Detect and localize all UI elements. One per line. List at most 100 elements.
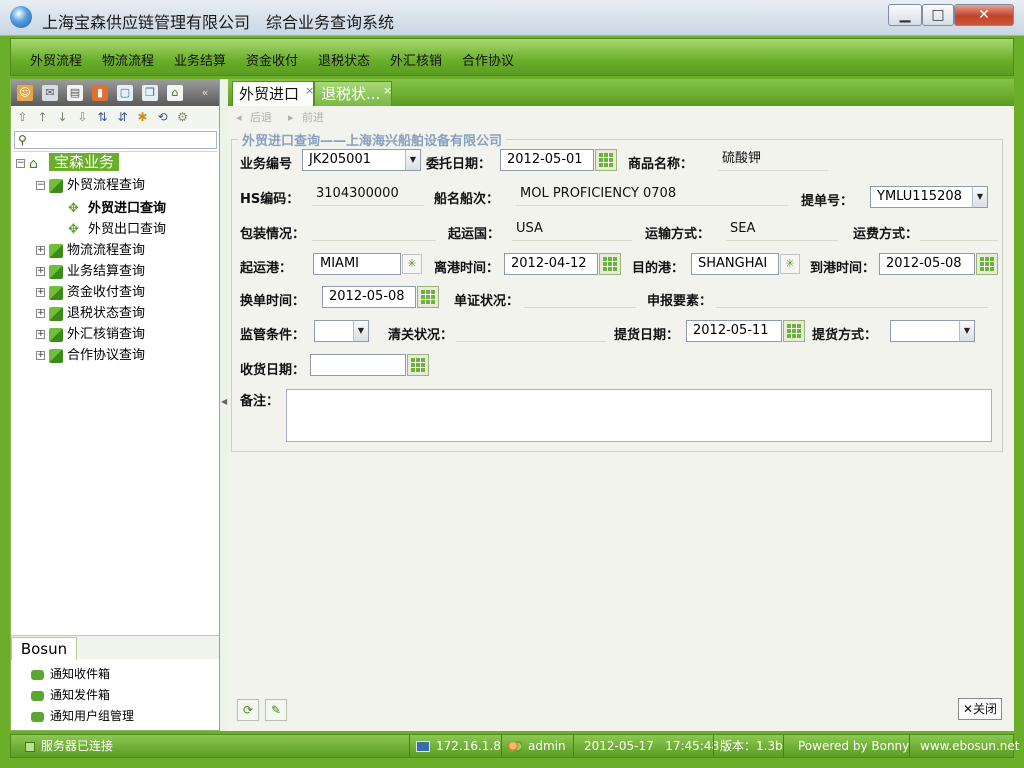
tab-close-icon[interactable]: × (383, 79, 392, 103)
window-icon[interactable]: ▢ (117, 85, 133, 101)
exchange-time-input[interactable]: 2012-05-08 (322, 286, 416, 308)
pickup-date-input[interactable]: 2012-05-11 (686, 320, 782, 342)
move-bottom-icon[interactable]: ⇩ (75, 110, 90, 125)
move-down-icon[interactable]: ↓ (55, 110, 70, 125)
monitor-icon (416, 741, 430, 752)
expand-node-icon[interactable]: + (36, 330, 45, 339)
label-entrust-date: 委托日期： (426, 157, 492, 172)
entrust-date-input[interactable]: 2012-05-01 (500, 149, 594, 171)
expand-node-icon[interactable]: + (36, 351, 45, 360)
document-icon[interactable]: ▤ (67, 85, 83, 101)
calendar-icon[interactable] (783, 320, 805, 342)
calendar-icon[interactable] (976, 253, 998, 275)
bl-no-select[interactable]: YMLU115208 (870, 186, 974, 208)
bosun-tab[interactable]: Bosun (11, 637, 77, 660)
picker-icon[interactable]: ✳ (780, 254, 800, 274)
copy-icon[interactable]: ❐ (142, 85, 158, 101)
collapse-node-icon[interactable]: − (36, 181, 45, 190)
chevron-down-icon[interactable]: ▼ (405, 149, 421, 171)
chevron-down-icon[interactable]: ▼ (959, 320, 975, 342)
panel-splitter[interactable]: ◀ (220, 79, 228, 731)
tree-node-tax-refund[interactable]: + 退税状态查询 (36, 304, 145, 324)
cubes-icon (49, 306, 63, 321)
menu-agreements[interactable]: 合作协议 (462, 50, 514, 69)
tab-tax-refund[interactable]: 退税状... × (314, 81, 392, 106)
home-icon[interactable]: ⌂ (167, 85, 183, 101)
mail-icon[interactable]: ✉ (42, 85, 58, 101)
status-time: 17:45:48 (665, 739, 720, 753)
tree-search-input[interactable]: ⚲ (14, 131, 217, 149)
chevron-down-icon[interactable]: ▼ (353, 320, 369, 342)
dest-port-input[interactable]: SHANGHAI (691, 253, 779, 275)
close-form-button[interactable]: ✕关闭 (958, 698, 1002, 720)
users-icon[interactable]: ☺ (17, 85, 33, 101)
expand-node-icon[interactable]: + (36, 267, 45, 276)
expand-icon[interactable]: ✱ (135, 110, 150, 125)
menu-logistics[interactable]: 物流流程 (102, 50, 154, 69)
close-window-button[interactable]: ✕ (954, 4, 1014, 26)
depart-time-input[interactable]: 2012-04-12 (504, 253, 598, 275)
supervision-select[interactable] (314, 320, 354, 342)
settings-icon[interactable]: ⚙ (175, 110, 190, 125)
tree-node-forex[interactable]: + 外汇核销查询 (36, 325, 145, 345)
hs-code-value: 3104300000 (312, 184, 424, 206)
calendar-icon[interactable] (599, 253, 621, 275)
tab-label: 外贸进口 (239, 85, 300, 103)
remarks-textarea[interactable] (286, 389, 992, 442)
edit-button[interactable]: ✎ (265, 699, 287, 721)
expand-node-icon[interactable]: + (36, 309, 45, 318)
tree-node-logistics[interactable]: + 物流流程查询 (36, 241, 145, 261)
menu-tax-refund[interactable]: 退税状态 (318, 50, 370, 69)
move-up-icon[interactable]: ↑ (35, 110, 50, 125)
notice-outbox[interactable]: 通知发件箱 (31, 685, 110, 705)
forward-icon[interactable]: ▸ (288, 108, 294, 128)
tree-leaf-export-query[interactable]: ✥ 外贸出口查询 (68, 220, 166, 240)
arrive-time-input[interactable]: 2012-05-08 (879, 253, 975, 275)
back-icon[interactable]: ◂ (236, 108, 242, 128)
tab-import[interactable]: 外贸进口 × (232, 81, 314, 106)
tree-node-foreign-trade[interactable]: − 外贸流程查询 (36, 176, 145, 196)
collapse-node-icon[interactable]: − (16, 159, 25, 168)
tree-node-agreements[interactable]: + 合作协议查询 (36, 346, 145, 366)
picker-icon[interactable]: ✳ (402, 254, 422, 274)
tree-root[interactable]: − ⌂ 宝森业务 (16, 152, 120, 172)
minimize-button[interactable]: ▁ (888, 4, 922, 26)
label-transport: 运输方式： (645, 227, 711, 242)
refresh-tree-icon[interactable]: ⟲ (155, 110, 170, 125)
collapse-icon[interactable]: « (197, 85, 213, 101)
calendar-icon[interactable] (417, 286, 439, 308)
notice-inbox[interactable]: 通知收件箱 (31, 664, 110, 684)
notice-label: 通知用户组管理 (50, 709, 135, 723)
expand-node-icon[interactable]: + (36, 246, 45, 255)
status-website[interactable]: www.ebosun.net (909, 735, 1019, 757)
origin-port-input[interactable]: MIAMI (313, 253, 401, 275)
tree-node-payments[interactable]: + 资金收付查询 (36, 283, 145, 303)
tree-leaf-import-query[interactable]: ✥ 外贸进口查询 (68, 199, 166, 219)
tree-node-settlement[interactable]: + 业务结算查询 (36, 262, 145, 282)
pickup-method-select[interactable] (890, 320, 960, 342)
notice-group-manage[interactable]: 通知用户组管理 (31, 706, 134, 726)
sort-asc-icon[interactable]: ⇅ (95, 110, 110, 125)
collapse-arrow-icon[interactable]: ◀ (221, 397, 227, 406)
biz-no-select[interactable]: JK205001 (302, 149, 406, 171)
move-top-icon[interactable]: ⇧ (15, 110, 30, 125)
tab-close-icon[interactable]: × (305, 79, 314, 103)
back-button[interactable]: 后退 (250, 108, 272, 128)
menu-settlement[interactable]: 业务结算 (174, 50, 226, 69)
chevron-down-icon[interactable]: ▼ (972, 186, 988, 208)
status-date: 2012-05-17 (584, 739, 654, 753)
refresh-button[interactable]: ⟳ (237, 699, 259, 721)
menu-foreign-trade[interactable]: 外贸流程 (30, 50, 82, 69)
forward-button[interactable]: 前进 (302, 108, 324, 128)
menu-forex[interactable]: 外汇核销 (390, 50, 442, 69)
chart-icon[interactable]: ▮ (92, 85, 108, 101)
expand-node-icon[interactable]: + (36, 288, 45, 297)
maximize-button[interactable]: □ (922, 4, 954, 26)
calendar-icon[interactable] (407, 354, 429, 376)
calendar-icon[interactable] (595, 149, 617, 171)
label-remarks: 备注： (240, 394, 280, 409)
receive-date-input[interactable] (310, 354, 406, 376)
sort-desc-icon[interactable]: ⇵ (115, 110, 130, 125)
menu-payments[interactable]: 资金收付 (246, 50, 298, 69)
label-pickup-method: 提货方式： (812, 328, 878, 343)
